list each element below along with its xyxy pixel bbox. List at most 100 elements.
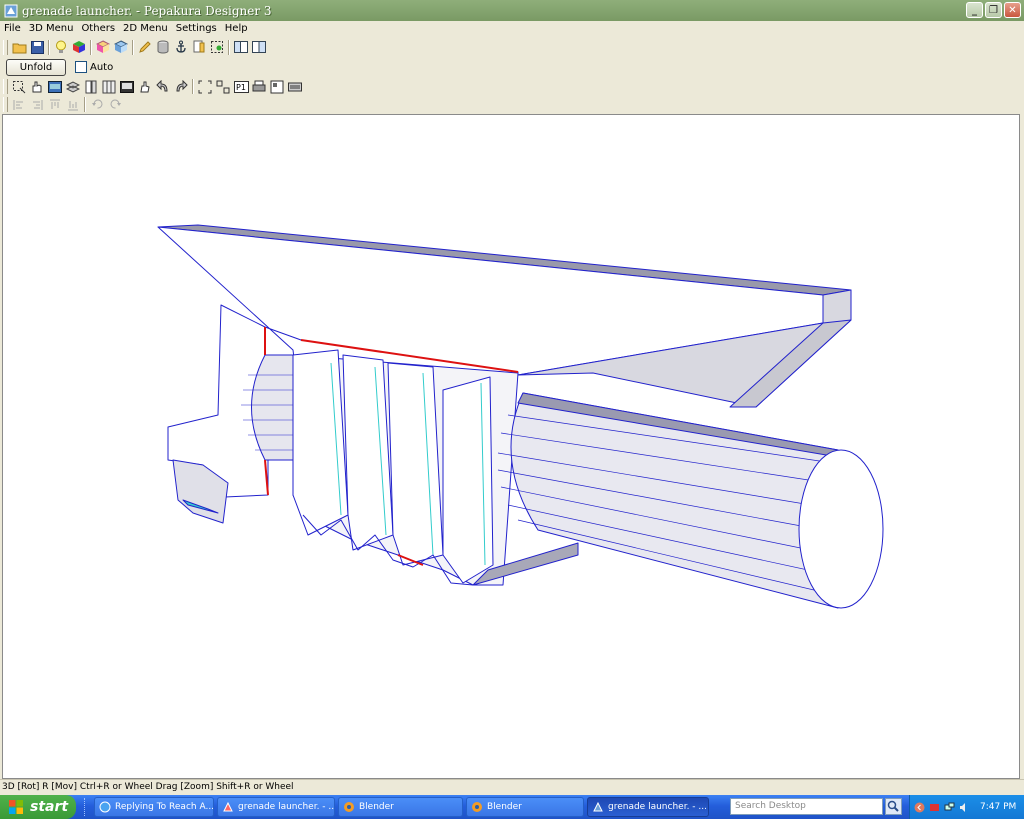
menu-2d[interactable]: 2D Menu bbox=[119, 23, 172, 34]
view-2d-button[interactable] bbox=[251, 39, 267, 55]
browser-icon bbox=[99, 801, 111, 813]
texture-button[interactable] bbox=[71, 39, 87, 55]
rotate-90-left-button[interactable] bbox=[89, 97, 105, 113]
cylinder-button[interactable] bbox=[155, 39, 171, 55]
layout-button[interactable] bbox=[269, 79, 285, 95]
align-toolbar bbox=[0, 96, 124, 113]
pencil-icon bbox=[139, 41, 151, 53]
menu-others[interactable]: Others bbox=[77, 23, 119, 34]
desktop-search-input[interactable]: Search Desktop bbox=[730, 798, 883, 815]
print-button[interactable] bbox=[251, 79, 267, 95]
keyboard-icon bbox=[288, 82, 302, 91]
cylinder-icon bbox=[157, 40, 169, 54]
unfolded-cube-button[interactable] bbox=[113, 39, 129, 55]
redo-button[interactable] bbox=[173, 79, 189, 95]
menu-help[interactable]: Help bbox=[221, 23, 252, 34]
settings-button[interactable] bbox=[287, 79, 303, 95]
open-button[interactable] bbox=[11, 39, 27, 55]
start-label: start bbox=[30, 799, 69, 815]
task-label: Blender bbox=[487, 802, 522, 812]
task-blender-2[interactable]: Blender bbox=[466, 797, 584, 817]
move-button[interactable] bbox=[137, 79, 153, 95]
blender-icon bbox=[344, 802, 354, 812]
main-toolbar bbox=[0, 37, 268, 57]
quicklaunch-grip bbox=[84, 798, 88, 816]
barrel-muzzle bbox=[798, 449, 884, 609]
restore-button[interactable]: ❐ bbox=[985, 2, 1002, 18]
menu-3d[interactable]: 3D Menu bbox=[25, 23, 78, 34]
arrange-button[interactable] bbox=[215, 79, 231, 95]
rotate-90-right-button[interactable] bbox=[107, 97, 123, 113]
drum-rib-4 bbox=[442, 376, 494, 584]
select-button[interactable] bbox=[209, 39, 225, 55]
pepakura-icon bbox=[223, 801, 233, 812]
clock[interactable]: 7:47 PM bbox=[980, 802, 1016, 812]
security-icon[interactable] bbox=[929, 802, 940, 813]
p1-icon: P1 bbox=[233, 80, 249, 93]
hand-icon bbox=[32, 81, 42, 92]
network-icon[interactable] bbox=[944, 802, 955, 813]
monitor-icon bbox=[120, 80, 134, 93]
volume-icon[interactable] bbox=[959, 802, 970, 813]
task-blender-1[interactable]: Blender bbox=[338, 797, 463, 817]
cube-button[interactable] bbox=[95, 39, 111, 55]
undo-button[interactable] bbox=[155, 79, 171, 95]
task-pepakura-1[interactable]: grenade launcher. - ... bbox=[217, 797, 335, 817]
3d-viewport[interactable] bbox=[2, 114, 1020, 779]
auto-checkbox[interactable] bbox=[75, 61, 87, 73]
page-icon bbox=[193, 40, 205, 53]
select-faces-button[interactable] bbox=[11, 79, 27, 95]
grenade-launcher-model bbox=[157, 224, 884, 609]
window-pane-icon bbox=[234, 41, 248, 53]
texture-edit-button[interactable] bbox=[47, 79, 63, 95]
close-button[interactable]: ✕ bbox=[1004, 2, 1021, 18]
menu-bar: File 3D Menu Others 2D Menu Settings Hel… bbox=[0, 21, 1024, 36]
columns-button[interactable] bbox=[101, 79, 117, 95]
lightbulb-icon bbox=[56, 40, 66, 53]
task-firefox[interactable]: Replying To Reach A... bbox=[94, 797, 214, 817]
align-top-icon bbox=[50, 99, 60, 109]
paper-button[interactable] bbox=[191, 39, 207, 55]
align-right-button[interactable] bbox=[29, 97, 45, 113]
start-button[interactable]: start bbox=[0, 795, 76, 819]
dashed-arrow-icon bbox=[13, 80, 26, 93]
minimize-button[interactable]: _ bbox=[966, 2, 983, 18]
search-button[interactable] bbox=[885, 798, 902, 815]
task-pepakura-2[interactable]: grenade launcher. - ... bbox=[587, 797, 709, 817]
stack-icon bbox=[66, 80, 80, 93]
blender-icon bbox=[472, 802, 482, 812]
page-one-button[interactable]: P1 bbox=[233, 79, 249, 95]
dashed-select-icon bbox=[211, 41, 223, 53]
windows-logo-icon bbox=[9, 800, 23, 814]
anchor-button[interactable] bbox=[173, 39, 189, 55]
edit-button[interactable] bbox=[137, 39, 153, 55]
view-3d-button[interactable] bbox=[233, 39, 249, 55]
columns-icon bbox=[102, 80, 116, 93]
undo-arrow-icon bbox=[156, 79, 168, 91]
corner-brackets-icon bbox=[198, 80, 212, 93]
task-label: grenade launcher. - ... bbox=[608, 802, 707, 812]
menu-file[interactable]: File bbox=[0, 23, 25, 34]
lightbulb-button[interactable] bbox=[53, 39, 69, 55]
menu-settings[interactable]: Settings bbox=[172, 23, 221, 34]
redo-arrow-icon bbox=[176, 79, 188, 91]
join-button[interactable] bbox=[65, 79, 81, 95]
rotate-cw-icon bbox=[110, 99, 121, 109]
box-icon bbox=[96, 40, 110, 53]
tray-arrow-icon[interactable] bbox=[914, 802, 925, 813]
blue-box-icon bbox=[114, 40, 128, 53]
unfold-bar: Unfold Auto bbox=[0, 57, 113, 77]
save-button[interactable] bbox=[29, 39, 45, 55]
rotate-button[interactable] bbox=[29, 79, 45, 95]
align-left-button[interactable] bbox=[11, 97, 27, 113]
toolbar-grip bbox=[3, 79, 8, 94]
corner-select-button[interactable] bbox=[197, 79, 213, 95]
image-button[interactable] bbox=[119, 79, 135, 95]
anchor-icon bbox=[176, 40, 186, 53]
align-top-button[interactable] bbox=[47, 97, 63, 113]
align-bottom-button[interactable] bbox=[65, 97, 81, 113]
split-button[interactable] bbox=[83, 79, 99, 95]
folder-icon bbox=[12, 43, 26, 53]
pepakura-app-icon bbox=[4, 4, 18, 17]
unfold-button[interactable]: Unfold bbox=[6, 58, 66, 76]
